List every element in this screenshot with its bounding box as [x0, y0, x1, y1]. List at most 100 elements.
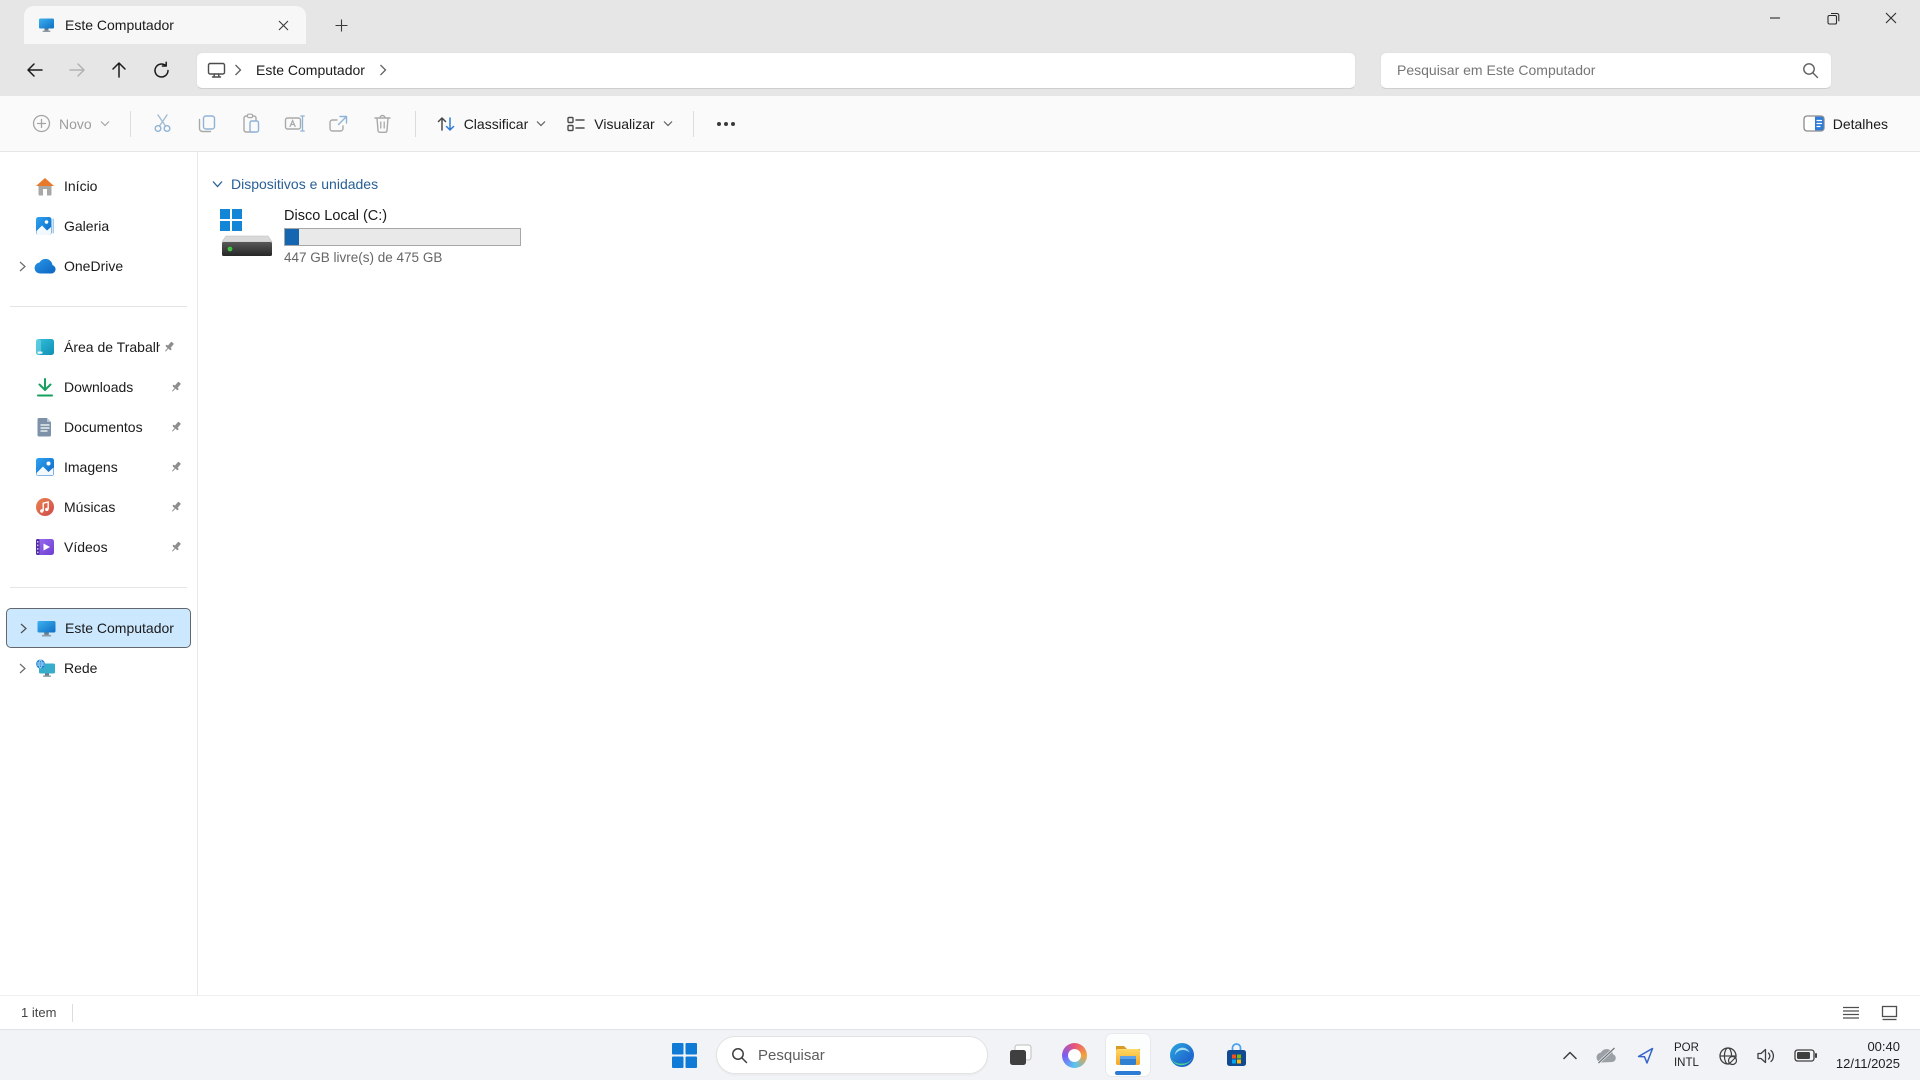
screen: Este Computador — [0, 0, 1920, 1080]
explorer-tab[interactable]: Este Computador — [24, 6, 306, 44]
sort-button[interactable]: Classificar — [426, 105, 557, 143]
breadcrumb-item[interactable]: Este Computador — [256, 62, 365, 78]
sidebar-item-inicio[interactable]: Início — [6, 166, 191, 206]
sidebar-item-este-computador[interactable]: Este Computador — [6, 608, 191, 648]
paste-icon — [241, 113, 261, 134]
sort-icon — [436, 114, 456, 134]
rename-button[interactable] — [273, 105, 317, 143]
clock[interactable]: 00:40 12/11/2025 — [1828, 1039, 1910, 1073]
sidebar-item-musicas[interactable]: Músicas — [6, 487, 191, 527]
downloads-icon — [34, 376, 56, 398]
view-button[interactable]: Visualizar — [556, 105, 682, 143]
address-computer-icon — [207, 62, 226, 79]
cut-button[interactable] — [141, 105, 185, 143]
volume-button[interactable] — [1749, 1036, 1783, 1076]
search-icon — [731, 1047, 748, 1064]
location-button[interactable] — [1629, 1036, 1662, 1076]
battery-button[interactable] — [1787, 1036, 1824, 1076]
hidden-icons-button[interactable] — [1556, 1036, 1584, 1076]
tab-monitor-icon — [38, 17, 55, 33]
thumbnail-view-icon — [1881, 1005, 1898, 1021]
network-status-button[interactable] — [1711, 1036, 1745, 1076]
breadcrumb-chevron-icon[interactable] — [379, 64, 387, 76]
rename-icon — [284, 114, 306, 133]
details-pane-button[interactable]: Detalhes — [1793, 105, 1898, 143]
expand-chevron-icon[interactable] — [13, 623, 33, 634]
pin-icon — [167, 540, 185, 554]
delete-button[interactable] — [361, 105, 405, 143]
this-pc-icon — [35, 617, 57, 639]
sidebar-item-rede[interactable]: Rede — [6, 648, 191, 688]
drive-name: Disco Local (C:) — [284, 208, 521, 224]
restore-button[interactable] — [1804, 0, 1862, 36]
sidebar-item-documentos[interactable]: Documentos — [6, 407, 191, 447]
expand-chevron-icon[interactable] — [12, 261, 32, 272]
sidebar-item-videos[interactable]: Vídeos — [6, 527, 191, 567]
tab-close-icon[interactable] — [270, 12, 296, 38]
explorer-search-box[interactable] — [1380, 52, 1832, 89]
up-arrow-icon — [109, 60, 129, 80]
pin-icon — [167, 420, 185, 434]
home-icon — [34, 175, 56, 197]
keyboard-layout: INTL — [1674, 1056, 1699, 1071]
taskbar-search-input[interactable] — [758, 1047, 973, 1064]
forward-button[interactable] — [56, 52, 98, 88]
main-area: Início Galeria — [0, 152, 1920, 995]
edge-button[interactable] — [1160, 1034, 1204, 1076]
language-code: POR — [1674, 1041, 1699, 1056]
explorer-search-input[interactable] — [1397, 62, 1802, 78]
up-button[interactable] — [98, 52, 140, 88]
new-button[interactable]: Novo — [22, 105, 120, 143]
task-view-button[interactable] — [998, 1034, 1042, 1076]
thumbnail-view-toggle[interactable] — [1872, 1000, 1906, 1026]
start-button[interactable] — [662, 1034, 706, 1076]
onedrive-status-button[interactable] — [1588, 1036, 1625, 1076]
group-header-label: Dispositivos e unidades — [231, 176, 378, 192]
copy-button[interactable] — [185, 105, 229, 143]
group-header-devices[interactable]: Dispositivos e unidades — [212, 176, 1920, 192]
restore-icon — [1827, 12, 1840, 25]
pin-icon — [167, 380, 185, 394]
close-button[interactable] — [1862, 0, 1920, 36]
plus-icon — [335, 19, 348, 32]
chevron-down-icon — [663, 120, 673, 127]
system-tray: POR INTL — [1556, 1030, 1910, 1080]
details-pane-label: Detalhes — [1833, 116, 1888, 132]
windows-logo-icon — [672, 1043, 697, 1068]
taskbar-search[interactable] — [716, 1036, 988, 1074]
sidebar-item-onedrive[interactable]: OneDrive — [6, 246, 191, 286]
content-pane: Dispositivos e unidades Disco Local (C:) — [198, 152, 1920, 995]
globe-no-internet-icon — [1718, 1046, 1738, 1066]
toolbar-separator — [415, 111, 416, 137]
language-indicator[interactable]: POR INTL — [1666, 1041, 1707, 1071]
refresh-button[interactable] — [140, 52, 182, 88]
collapse-chevron-icon — [212, 180, 223, 188]
command-toolbar: Novo — [0, 96, 1920, 152]
file-explorer-button[interactable] — [1106, 1034, 1150, 1076]
more-options-button[interactable] — [704, 105, 748, 143]
back-button[interactable] — [14, 52, 56, 88]
share-button[interactable] — [317, 105, 361, 143]
drive-item[interactable]: Disco Local (C:) 447 GB livre(s) de 475 … — [212, 204, 528, 269]
store-button[interactable] — [1214, 1034, 1258, 1076]
minimize-button[interactable] — [1746, 0, 1804, 36]
pin-icon — [160, 340, 178, 354]
paste-button[interactable] — [229, 105, 273, 143]
expand-chevron-icon[interactable] — [12, 663, 32, 674]
close-icon — [1885, 12, 1897, 24]
copilot-button[interactable] — [1052, 1034, 1096, 1076]
new-plus-icon — [32, 114, 51, 133]
copilot-icon — [1062, 1043, 1087, 1068]
details-view-toggle[interactable] — [1834, 1000, 1868, 1026]
music-icon — [34, 496, 56, 518]
sidebar-item-downloads[interactable]: Downloads — [6, 367, 191, 407]
sidebar-item-area-de-trabalho[interactable]: Área de Trabalho — [6, 327, 191, 367]
new-tab-button[interactable] — [326, 10, 356, 40]
sidebar-item-galeria[interactable]: Galeria — [6, 206, 191, 246]
taskbar: POR INTL — [0, 1029, 1920, 1080]
ellipsis-icon — [716, 121, 736, 127]
sidebar-item-imagens[interactable]: Imagens — [6, 447, 191, 487]
clock-time: 00:40 — [1867, 1039, 1900, 1056]
taskbar-center — [662, 1034, 1258, 1076]
address-bar[interactable]: Este Computador — [196, 52, 1356, 89]
